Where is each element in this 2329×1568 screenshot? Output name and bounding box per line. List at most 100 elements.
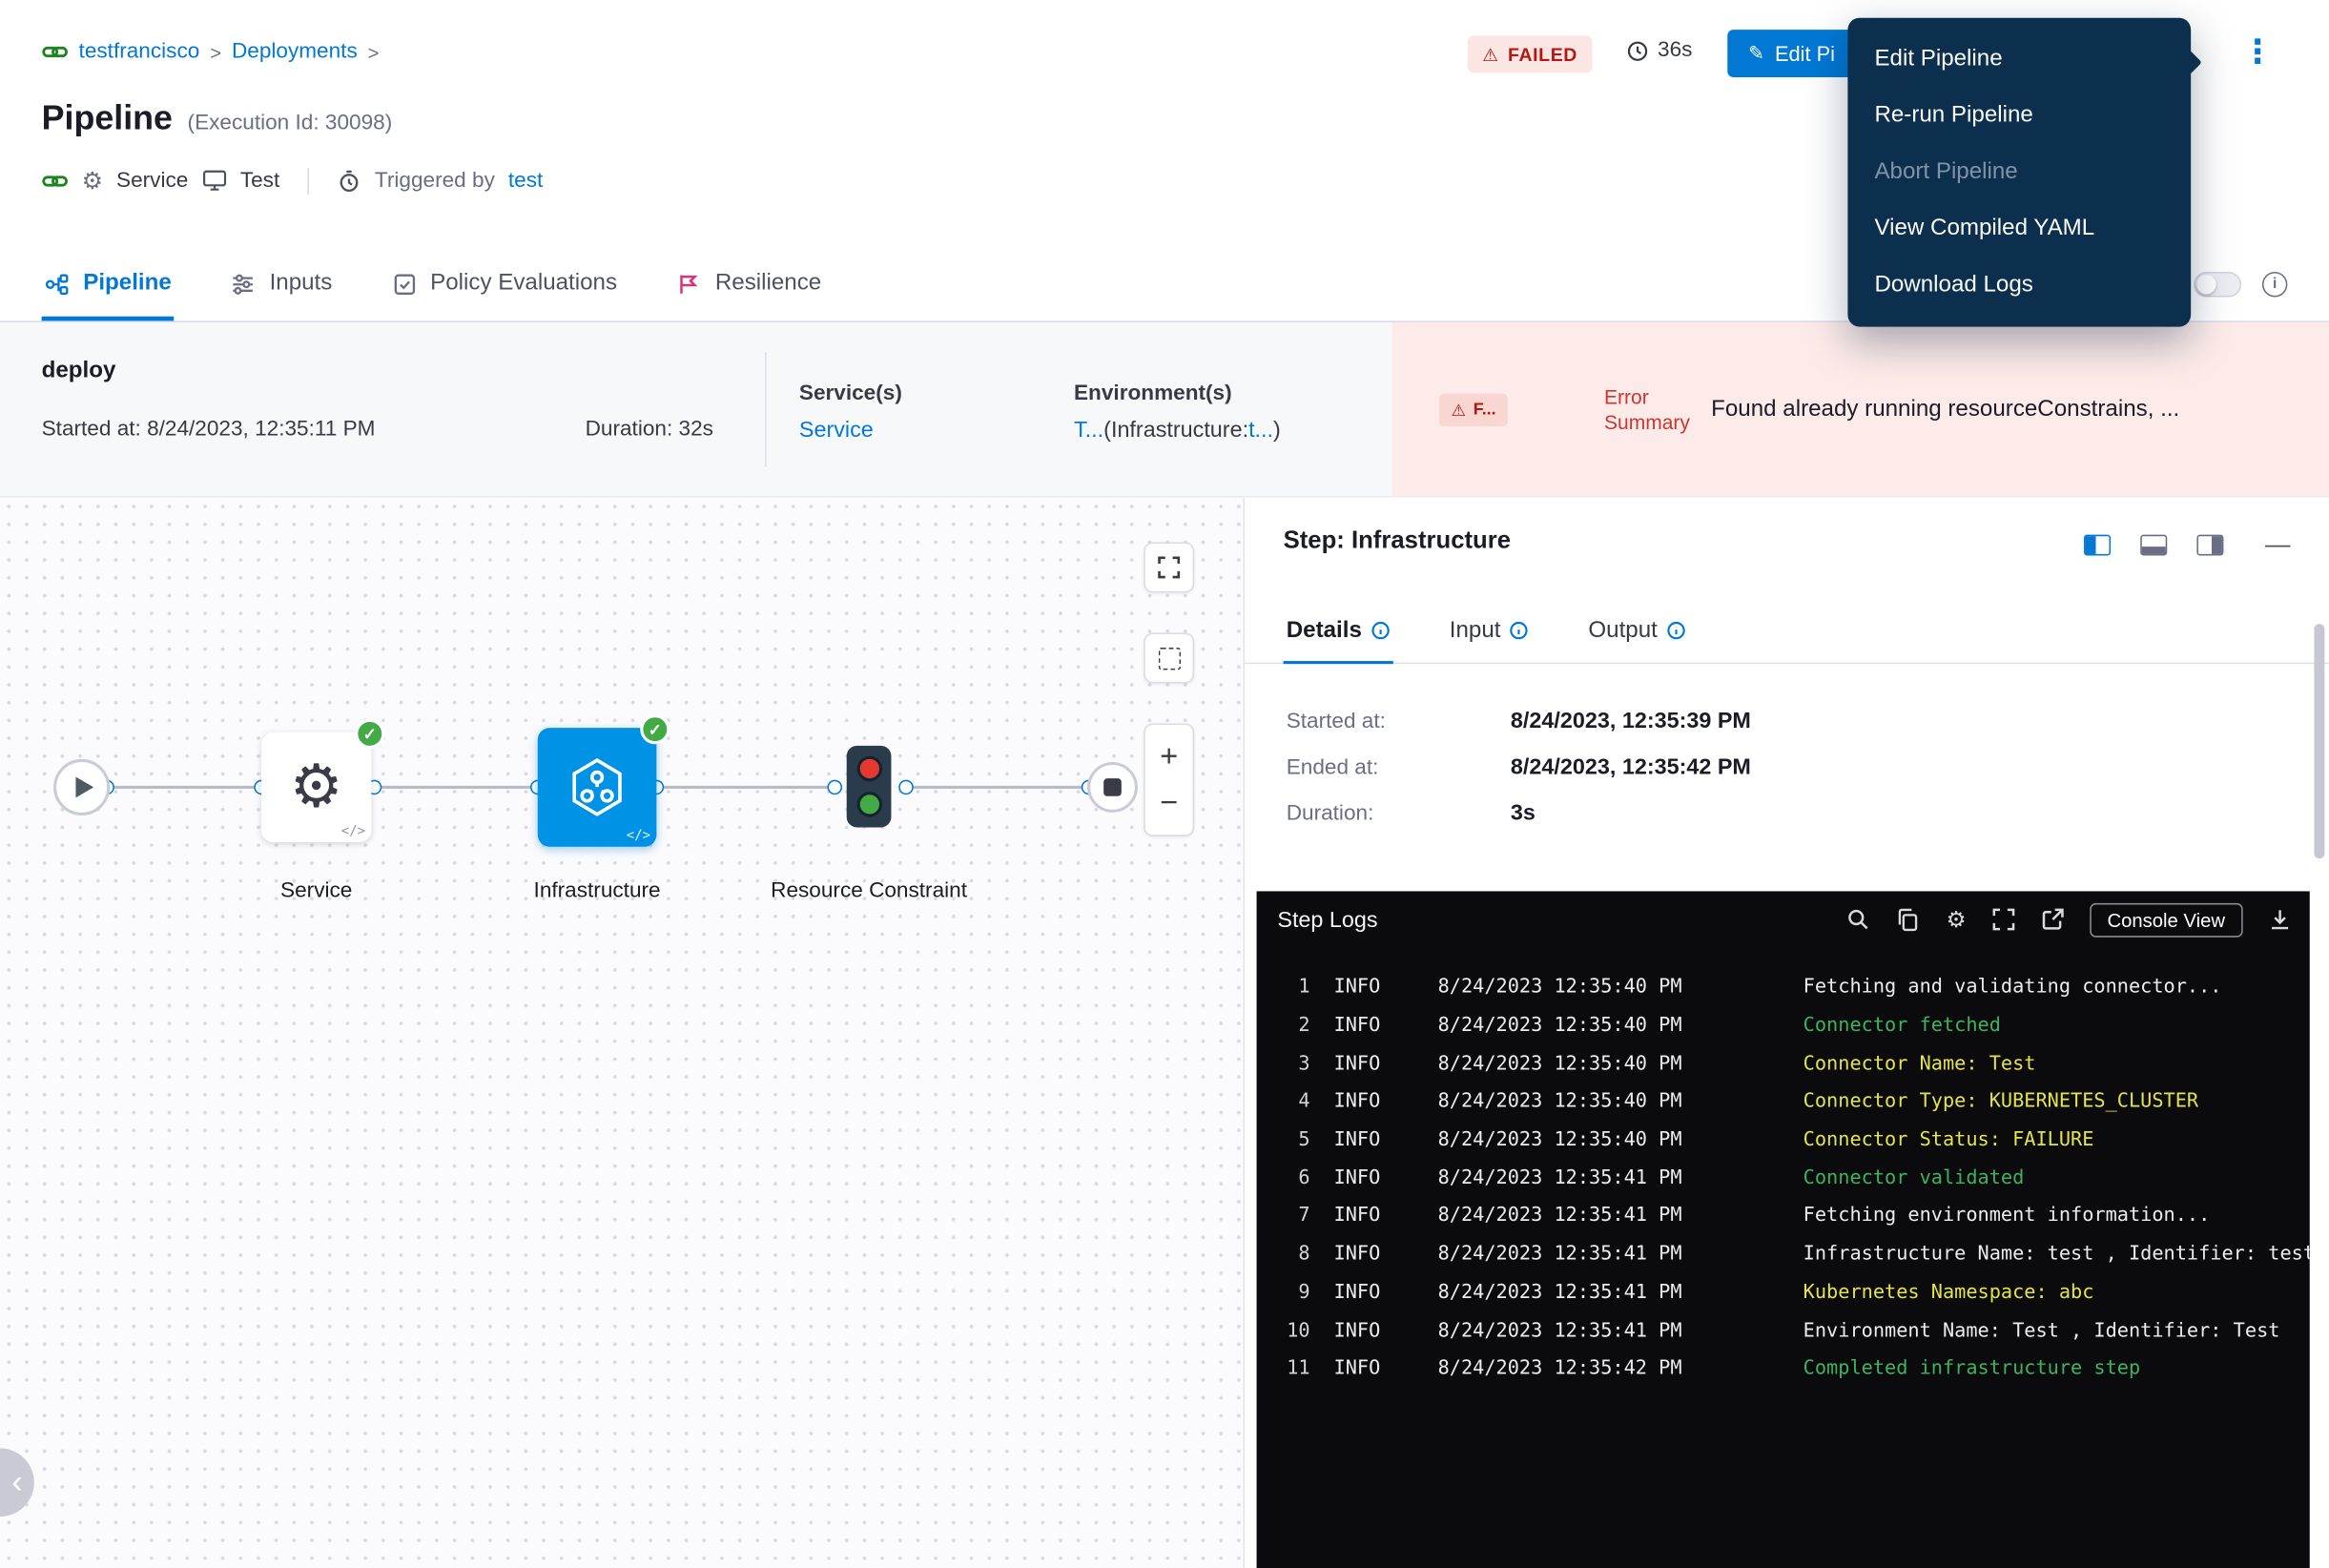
connector-dot	[898, 780, 914, 795]
info-icon	[1666, 621, 1685, 640]
tab-details[interactable]: Details	[1287, 599, 1391, 663]
project-link-icon	[42, 38, 69, 65]
page-title: Pipeline	[42, 98, 173, 138]
search-icon[interactable]	[1846, 908, 1870, 932]
error-summary-zone: ⚠ F... Error Summary Found already runni…	[1391, 322, 2329, 496]
started-at-label: Started at:	[42, 418, 141, 442]
log-level: INFO	[1334, 1244, 1400, 1266]
play-icon	[75, 777, 93, 798]
log-line-number: 8	[1257, 1244, 1310, 1266]
elapsed-value: 36s	[1658, 38, 1692, 62]
error-message: Found already running resourceConstrains…	[1711, 397, 2314, 423]
breadcrumb-deployments-link[interactable]: Deployments	[232, 40, 358, 64]
tab-inputs[interactable]: Inputs	[231, 247, 332, 321]
log-message: Completed infrastructure step	[1803, 1358, 2310, 1380]
copy-icon[interactable]	[1896, 907, 1921, 932]
main-area: ⚙ ✓ </> Service ✓ </> Infrastructure	[0, 498, 2329, 1568]
log-timestamp: 8/24/2023 12:35:41 PM	[1438, 1206, 1721, 1228]
warning-icon: ⚠	[1482, 44, 1498, 65]
environment-name[interactable]: Test	[240, 169, 279, 193]
node-label-infrastructure: Infrastructure	[485, 872, 709, 912]
detail-label: Ended at:	[1287, 756, 1505, 780]
pipeline-canvas[interactable]: ⚙ ✓ </> Service ✓ </> Infrastructure	[0, 498, 1244, 1568]
fit-to-screen-button[interactable]	[1144, 542, 1194, 592]
detail-row: Duration: 3s	[1287, 800, 1751, 833]
layout-split-right-icon[interactable]	[2196, 535, 2223, 556]
stage-summary-bar: deploy Started at: 8/24/2023, 12:35:11 P…	[0, 322, 2329, 498]
tab-policy-evaluations-label: Policy Evaluations	[430, 270, 617, 297]
app-root: testfrancisco > Deployments > Pipeline (…	[0, 0, 2329, 1568]
tab-output[interactable]: Output	[1588, 599, 1685, 663]
breadcrumb-project-link[interactable]: testfrancisco	[79, 40, 200, 64]
debug-toggle[interactable]	[2194, 271, 2241, 296]
log-line-number: 5	[1257, 1129, 1310, 1151]
code-icon: </>	[341, 824, 365, 839]
info-icon[interactable]: i	[2262, 271, 2287, 296]
log-level: INFO	[1334, 977, 1400, 999]
open-in-new-icon[interactable]	[2040, 908, 2064, 932]
menu-item-edit-pipeline[interactable]: Edit Pipeline	[1847, 31, 2191, 88]
settings-gear-icon[interactable]: ⚙	[1947, 906, 1967, 933]
success-check-icon: ✓	[640, 714, 670, 744]
layout-split-left-icon[interactable]	[2084, 535, 2111, 556]
detail-label: Duration:	[1287, 802, 1505, 826]
zoom-in-button[interactable]: +	[1160, 741, 1178, 773]
environments-label: Environment(s)	[1074, 382, 1232, 405]
tab-input[interactable]: Input	[1450, 599, 1529, 663]
left-drawer-handle[interactable]: ‹	[0, 1448, 34, 1516]
log-line-number: 3	[1257, 1053, 1310, 1075]
zoom-out-button[interactable]: −	[1160, 788, 1178, 819]
log-level: INFO	[1334, 1167, 1400, 1189]
log-level: INFO	[1334, 1015, 1400, 1037]
log-timestamp: 8/24/2023 12:35:41 PM	[1438, 1320, 1721, 1342]
tab-details-label: Details	[1287, 617, 1362, 644]
edge	[909, 786, 1088, 789]
log-message: Connector fetched	[1803, 1015, 2310, 1037]
detail-value: 3s	[1511, 800, 1535, 825]
tab-inputs-label: Inputs	[270, 270, 333, 297]
edit-pipeline-button[interactable]: ✎ Edit Pi	[1727, 30, 1856, 77]
layout-split-bottom-icon[interactable]	[2140, 535, 2167, 556]
start-node[interactable]	[53, 759, 110, 815]
more-options-button[interactable]: ⋮	[2236, 27, 2278, 77]
service-name[interactable]: Service	[116, 169, 188, 193]
log-line-number: 1	[1257, 977, 1310, 999]
tab-pipeline[interactable]: Pipeline	[45, 247, 172, 321]
detail-row: Started at: 8/24/2023, 12:35:39 PM	[1287, 709, 1751, 741]
triggered-by-user[interactable]: test	[508, 169, 543, 193]
panel-scrollbar-thumb[interactable]	[2314, 624, 2324, 858]
environment-link[interactable]: T...	[1074, 418, 1103, 443]
marquee-select-button[interactable]	[1144, 632, 1194, 683]
step-panel-title: Step: Infrastructure	[1284, 527, 1511, 556]
log-row: 5INFO8/24/2023 12:35:40 PMConnector Stat…	[1257, 1121, 2310, 1159]
log-row: 6INFO8/24/2023 12:35:41 PMConnector vali…	[1257, 1159, 2310, 1197]
console-view-button[interactable]: Console View	[2090, 902, 2243, 937]
step-logs-header: Step Logs ⚙	[1257, 891, 2310, 947]
log-lines[interactable]: 1INFO8/24/2023 12:35:40 PMFetching and v…	[1257, 948, 2310, 1568]
menu-item-download-logs[interactable]: Download Logs	[1847, 257, 2191, 313]
detail-value: 8/24/2023, 12:35:39 PM	[1511, 709, 1751, 733]
node-label-service: Service	[205, 872, 428, 912]
infrastructure-label: (Infrastructure:	[1103, 418, 1248, 443]
end-node[interactable]	[1087, 762, 1138, 813]
tab-resilience-label: Resilience	[715, 270, 821, 297]
log-level: INFO	[1334, 1358, 1400, 1380]
tab-resilience[interactable]: Resilience	[676, 247, 821, 321]
stopwatch-icon	[338, 169, 361, 193]
log-timestamp: 8/24/2023 12:35:40 PM	[1438, 1129, 1721, 1151]
tab-policy-evaluations[interactable]: Policy Evaluations	[392, 247, 617, 321]
execution-id: (Execution Id: 30098)	[188, 112, 393, 135]
fullscreen-icon[interactable]	[1991, 908, 2015, 932]
minimize-panel-icon[interactable]: —	[2265, 530, 2290, 560]
infrastructure-link[interactable]: t...	[1248, 418, 1273, 443]
log-timestamp: 8/24/2023 12:35:40 PM	[1438, 1053, 1721, 1075]
edge	[113, 786, 261, 789]
infrastructure-step-node[interactable]: ✓ </>	[538, 728, 657, 847]
resource-constraint-node[interactable]	[847, 746, 892, 828]
pencil-icon: ✎	[1748, 42, 1764, 64]
service-step-node[interactable]: ⚙ ✓ </>	[261, 732, 371, 842]
menu-item-view-compiled-yaml[interactable]: View Compiled YAML	[1847, 200, 2191, 257]
menu-item-re-run-pipeline[interactable]: Re-run Pipeline	[1847, 88, 2191, 144]
download-icon[interactable]	[2268, 908, 2292, 932]
service-link[interactable]: Service	[799, 418, 874, 443]
